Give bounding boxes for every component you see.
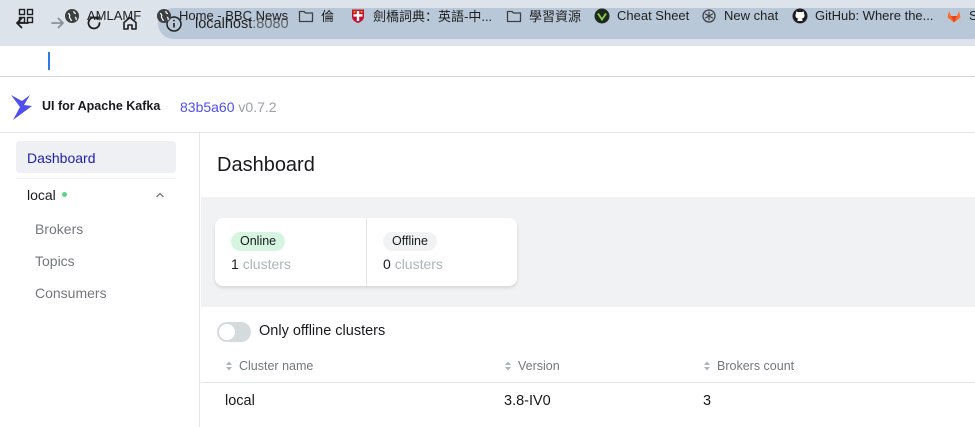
bookmark-label: S xyxy=(969,8,975,23)
bookmark-github[interactable]: GitHub: Where the... xyxy=(792,0,934,31)
bookmark-label: 劍橋詞典：英語-中... xyxy=(373,9,493,24)
column-header-label: Version xyxy=(518,359,560,373)
column-header-label: Cluster name xyxy=(239,359,314,373)
offline-badge: Offline xyxy=(383,232,437,251)
table-header-divider xyxy=(201,382,975,383)
column-header-brokers-count[interactable]: Brokers count xyxy=(703,358,794,374)
sort-icon xyxy=(505,361,511,371)
sort-icon xyxy=(226,361,232,371)
bookmark-gitlab[interactable]: S xyxy=(946,0,975,31)
bookmark-new-chat[interactable]: New chat xyxy=(701,0,778,31)
folder-icon xyxy=(506,10,522,22)
page-title: Dashboard xyxy=(217,154,315,176)
bookmark-label: New chat xyxy=(724,8,779,23)
gitlab-icon xyxy=(947,10,961,22)
chevron-up-icon[interactable] xyxy=(154,189,166,201)
page-header xyxy=(201,133,975,197)
bookmark-folder-lun[interactable]: 倫 xyxy=(298,0,334,31)
offline-clusters-count: 0 clusters xyxy=(383,256,443,272)
sidebar-divider xyxy=(16,178,176,179)
bookmarks-separator xyxy=(48,52,50,70)
brokers-count-cell: 3 xyxy=(703,393,712,409)
github-icon xyxy=(792,8,808,23)
online-count-unit: clusters xyxy=(242,256,291,272)
apps-grid-icon xyxy=(18,8,34,23)
offline-count-unit: clusters xyxy=(394,256,443,272)
app-title: UI for Apache Kafka xyxy=(42,99,161,113)
bookmark-label: AMLAMF xyxy=(87,8,142,23)
offline-count-value: 0 xyxy=(383,256,391,272)
online-clusters-count: 1 clusters xyxy=(231,256,291,272)
version-tag: v0.7.2 xyxy=(234,99,277,115)
bookmark-label: Home - BBC News xyxy=(179,8,289,23)
globe-icon xyxy=(157,8,171,23)
openai-icon xyxy=(702,8,716,23)
metrics-divider xyxy=(366,218,367,286)
sidebar-item-brokers[interactable]: Brokers xyxy=(35,221,83,237)
apps-button[interactable] xyxy=(18,0,41,31)
sort-icon xyxy=(704,361,710,371)
bookmark-cambridge-dictionary[interactable]: 劍橋詞典：英語-中... xyxy=(350,0,492,31)
bookmark-label: Cheat Sheet xyxy=(617,8,690,23)
kafka-ui-logo-icon[interactable] xyxy=(10,91,34,123)
online-count-value: 1 xyxy=(231,256,239,272)
cluster-version-cell: 3.8-IV0 xyxy=(504,393,551,409)
version-hash-link[interactable]: 83b5a60 xyxy=(180,99,235,115)
column-header-version[interactable]: Version xyxy=(504,358,560,374)
cambridge-crest-icon xyxy=(352,9,364,23)
bookmark-label: 倫 xyxy=(321,9,335,24)
bookmarks-bar xyxy=(0,46,975,77)
bookmark-cheat-sheet[interactable]: Cheat Sheet xyxy=(594,0,689,31)
folder-icon xyxy=(298,10,314,22)
toggle-label: Only offline clusters xyxy=(259,323,386,339)
column-header-label: Brokers count xyxy=(717,359,795,373)
sidebar-cluster-local[interactable]: local xyxy=(27,187,56,203)
bookmark-folder-learning[interactable]: 學習資源 xyxy=(506,0,581,31)
app-version: 83b5a60 v0.7.2 xyxy=(180,99,277,115)
sidebar-item-dashboard[interactable]: Dashboard xyxy=(16,141,176,173)
cluster-name-link[interactable]: local xyxy=(225,393,255,409)
toggle-knob xyxy=(219,324,235,340)
column-header-cluster-name[interactable]: Cluster name xyxy=(225,358,313,374)
sidebar-item-topics[interactable]: Topics xyxy=(35,253,75,269)
bookmark-label: 學習資源 xyxy=(529,9,582,24)
cheat-sheet-icon xyxy=(594,8,610,23)
sidebar-item-consumers[interactable]: Consumers xyxy=(35,285,107,301)
bookmark-label: GitHub: Where the... xyxy=(815,8,934,23)
cluster-online-indicator xyxy=(62,192,67,197)
bookmark-amlamf[interactable]: AMLAMF xyxy=(64,0,141,31)
bookmark-bbc-news[interactable]: Home - BBC News xyxy=(156,0,288,31)
sidebar-item-label: Dashboard xyxy=(27,150,96,166)
online-badge: Online xyxy=(231,232,286,251)
offline-clusters-toggle[interactable] xyxy=(217,322,251,342)
globe-icon xyxy=(65,8,79,23)
